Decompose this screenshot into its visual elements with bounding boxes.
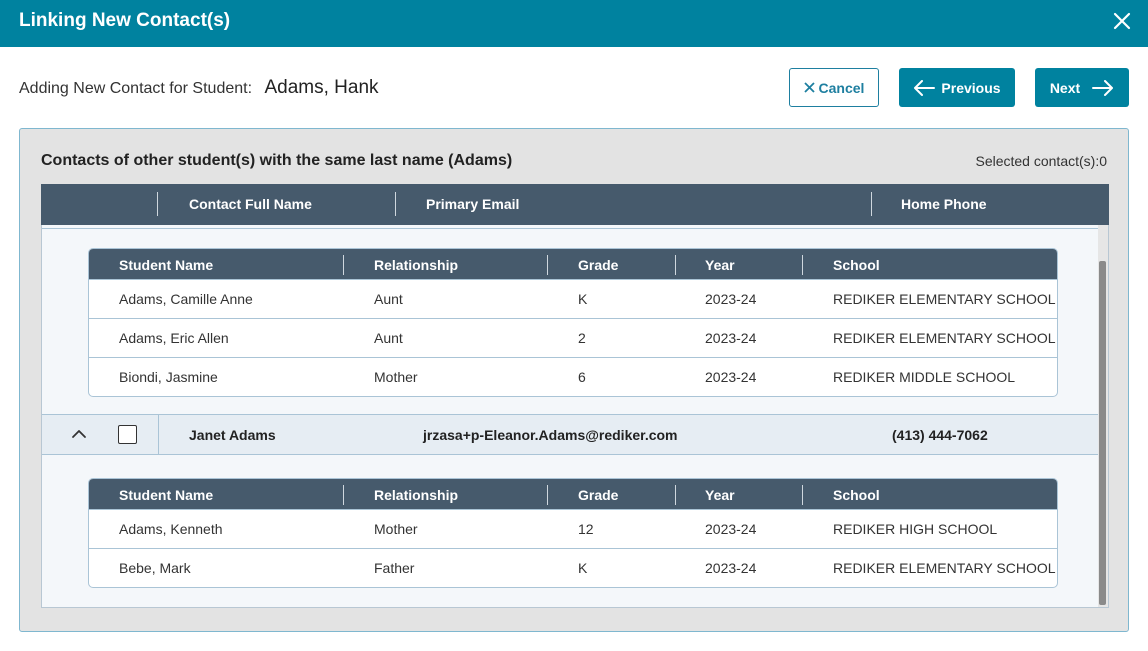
contact-email: jrzasa+p-Eleanor.Adams@rediker.com	[423, 427, 678, 443]
arrow-right-icon	[1092, 79, 1114, 96]
column-divider	[547, 255, 548, 275]
col-contact-full-name[interactable]: Contact Full Name	[189, 196, 312, 212]
column-divider	[675, 485, 676, 505]
table-row: Bebe, Mark Father K 2023-24 REDIKER ELEM…	[89, 548, 1057, 587]
cell-grade: 6	[578, 369, 586, 385]
column-divider	[343, 255, 344, 275]
students-subtable: Student Name Relationship Grade Year Sch…	[88, 478, 1058, 588]
cell-school: REDIKER ELEMENTARY SCHOOL	[833, 560, 1056, 576]
contact-home-phone: (413) 444-7062	[892, 427, 988, 443]
x-icon	[803, 82, 815, 93]
subtable-header: Student Name Relationship Grade Year Sch…	[89, 479, 1057, 509]
cell-student-name: Adams, Camille Anne	[119, 291, 253, 307]
contacts-table-body[interactable]: Student Name Relationship Grade Year Sch…	[41, 225, 1109, 608]
scrollbar-thumb[interactable]	[1099, 261, 1106, 605]
column-divider	[871, 192, 872, 216]
next-button[interactable]: Next	[1035, 68, 1129, 107]
dialog-title: Linking New Contact(s)	[19, 10, 231, 31]
selected-count: Selected contact(s):0	[975, 153, 1107, 169]
vertical-scrollbar[interactable]	[1098, 225, 1108, 607]
column-divider	[395, 192, 396, 216]
cancel-label: Cancel	[818, 79, 865, 96]
sub-col-school: School	[833, 257, 880, 273]
adding-contact-line: Adding New Contact for Student: Adams, H…	[19, 77, 379, 99]
previous-button[interactable]: Previous	[899, 68, 1015, 107]
column-divider	[343, 485, 344, 505]
chevron-up-icon[interactable]	[70, 425, 88, 446]
cell-year: 2023-24	[705, 560, 757, 576]
table-row: Adams, Eric Allen Aunt 2 2023-24 REDIKER…	[89, 318, 1057, 357]
subtable-header: Student Name Relationship Grade Year Sch…	[89, 249, 1057, 279]
cell-student-name: Adams, Eric Allen	[119, 330, 229, 346]
cell-grade: K	[578, 291, 588, 307]
cell-relationship: Father	[374, 560, 415, 576]
cell-year: 2023-24	[705, 330, 757, 346]
cell-student-name: Biondi, Jasmine	[119, 369, 218, 385]
sub-col-grade: Grade	[578, 257, 619, 273]
table-row: Adams, Kenneth Mother 12 2023-24 REDIKER…	[89, 509, 1057, 548]
sub-col-school: School	[833, 487, 880, 503]
cell-school: REDIKER MIDDLE SCHOOL	[833, 369, 1016, 385]
cell-relationship: Mother	[374, 521, 418, 537]
sub-col-grade: Grade	[578, 487, 619, 503]
col-home-phone[interactable]: Home Phone	[901, 196, 987, 212]
students-subtable: Student Name Relationship Grade Year Sch…	[88, 248, 1058, 397]
contact-row[interactable]: Janet Adams jrzasa+p-Eleanor.Adams@redik…	[42, 414, 1098, 455]
contact-select-checkbox[interactable]	[118, 425, 137, 444]
adding-label: Adding New Contact for Student:	[19, 80, 253, 97]
cell-school: REDIKER HIGH SCHOOL	[833, 521, 998, 537]
next-label: Next	[1049, 79, 1081, 96]
cell-school: REDIKER ELEMENTARY SCHOOL	[833, 291, 1056, 307]
cell-school: REDIKER ELEMENTARY SCHOOL	[833, 330, 1056, 346]
cell-grade: 2	[578, 330, 586, 346]
dialog-titlebar: Linking New Contact(s)	[0, 0, 1148, 47]
column-divider	[158, 415, 159, 454]
column-divider	[547, 485, 548, 505]
previous-label: Previous	[941, 79, 1001, 96]
contact-full-name: Janet Adams	[189, 427, 276, 443]
column-divider	[802, 485, 803, 505]
contacts-panel: Contacts of other student(s) with the sa…	[19, 128, 1129, 632]
cell-grade: K	[578, 560, 588, 576]
cell-relationship: Aunt	[374, 330, 403, 346]
column-divider	[157, 192, 158, 216]
contacts-table-header: Contact Full Name Primary Email Home Pho…	[41, 184, 1109, 225]
cell-year: 2023-24	[705, 521, 757, 537]
cell-year: 2023-24	[705, 291, 757, 307]
cell-year: 2023-24	[705, 369, 757, 385]
cancel-button[interactable]: Cancel	[789, 68, 879, 107]
arrow-left-icon	[913, 79, 936, 96]
sub-col-student-name: Student Name	[119, 257, 214, 273]
student-name: Adams, Hank	[264, 77, 379, 98]
cell-student-name: Bebe, Mark	[119, 560, 191, 576]
table-row: Adams, Camille Anne Aunt K 2023-24 REDIK…	[89, 279, 1057, 318]
cell-relationship: Aunt	[374, 291, 403, 307]
table-row: Biondi, Jasmine Mother 6 2023-24 REDIKER…	[89, 357, 1057, 396]
cell-grade: 12	[578, 521, 594, 537]
cell-relationship: Mother	[374, 369, 418, 385]
sub-col-year: Year	[705, 257, 735, 273]
panel-title: Contacts of other student(s) with the sa…	[41, 152, 513, 169]
col-primary-email[interactable]: Primary Email	[426, 196, 519, 212]
column-divider	[675, 255, 676, 275]
cell-student-name: Adams, Kenneth	[119, 521, 223, 537]
sub-col-year: Year	[705, 487, 735, 503]
column-divider	[802, 255, 803, 275]
close-icon[interactable]	[1110, 9, 1134, 33]
sub-col-relationship: Relationship	[374, 257, 459, 273]
row-divider	[42, 228, 1098, 229]
sub-col-student-name: Student Name	[119, 487, 214, 503]
sub-col-relationship: Relationship	[374, 487, 459, 503]
